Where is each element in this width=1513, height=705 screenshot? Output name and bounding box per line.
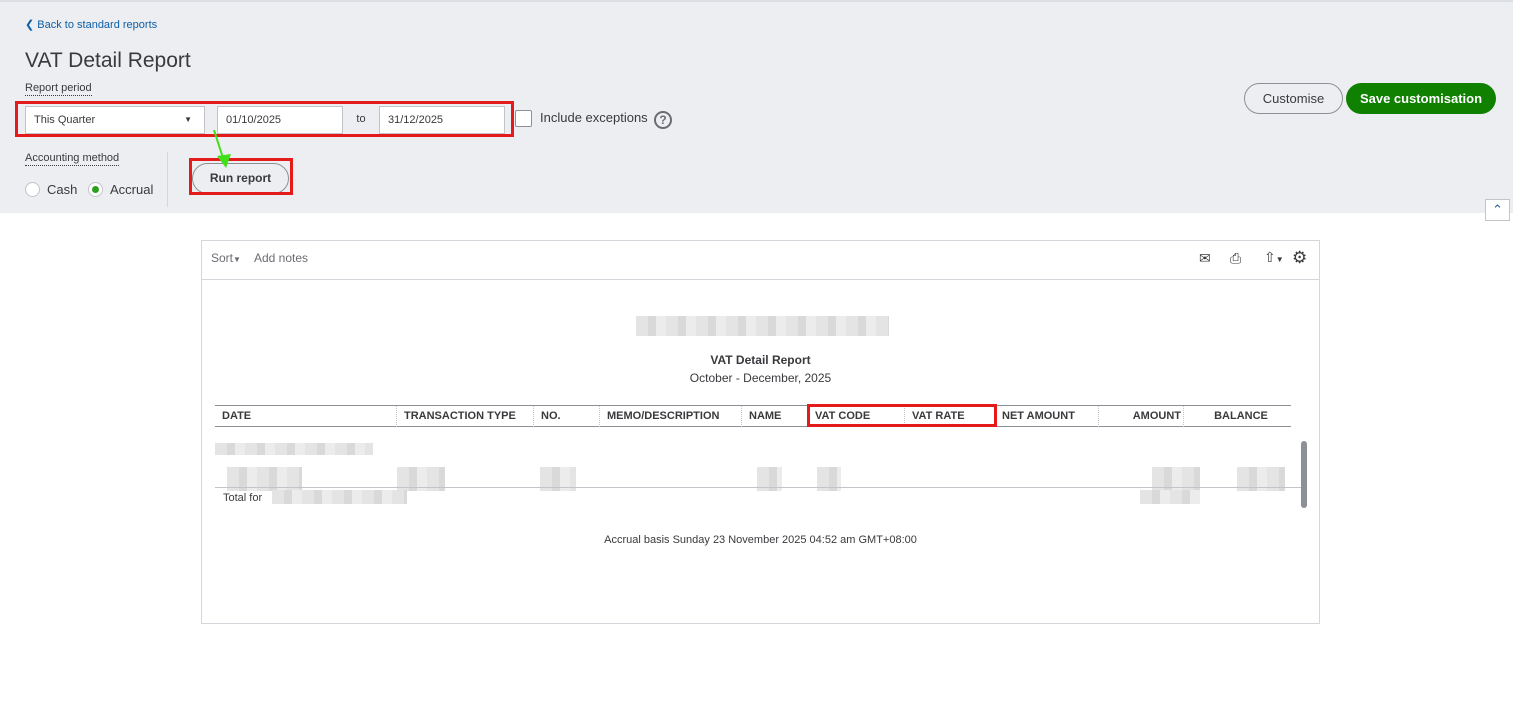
report-toolbar: Sort▼ Add notes ✉ ⎙ ⇧▼ ⚙ bbox=[202, 241, 1319, 280]
highlight-box bbox=[15, 101, 514, 137]
col-name[interactable]: NAME bbox=[741, 406, 808, 427]
include-exceptions-label: Include exceptions bbox=[540, 110, 648, 125]
report-card: Sort▼ Add notes ✉ ⎙ ⇧▼ ⚙ VAT Detail Repo… bbox=[201, 240, 1320, 624]
report-title: VAT Detail Report bbox=[710, 353, 811, 367]
report-footer: Accrual basis Sunday 23 November 2025 04… bbox=[604, 534, 917, 546]
table-header: DATE TRANSACTION TYPE NO. MEMO/DESCRIPTI… bbox=[215, 405, 1291, 427]
col-no[interactable]: NO. bbox=[533, 406, 599, 427]
col-amount[interactable]: AMOUNT bbox=[1098, 406, 1183, 427]
report-period-label: Report period bbox=[25, 82, 92, 96]
divider bbox=[167, 152, 168, 207]
email-icon[interactable]: ✉ bbox=[1199, 250, 1211, 267]
add-notes-button[interactable]: Add notes bbox=[254, 251, 308, 265]
report-subtitle: October - December, 2025 bbox=[689, 371, 832, 385]
back-link[interactable]: ❮ Back to standard reports bbox=[25, 18, 157, 31]
total-divider bbox=[215, 487, 1302, 488]
highlight-box bbox=[807, 404, 997, 427]
cash-radio[interactable] bbox=[25, 182, 40, 197]
help-icon[interactable]: ? bbox=[654, 111, 672, 129]
accounting-method-label: Accounting method bbox=[25, 152, 120, 166]
col-date[interactable]: DATE bbox=[215, 406, 396, 427]
accrual-label: Accrual bbox=[110, 182, 154, 197]
scrollbar[interactable] bbox=[1301, 441, 1307, 508]
settings-gear-icon[interactable]: ⚙ bbox=[1292, 248, 1307, 268]
sort-button[interactable]: Sort▼ bbox=[211, 251, 241, 265]
col-memo[interactable]: MEMO/DESCRIPTION bbox=[599, 406, 741, 427]
company-name-redacted bbox=[636, 316, 889, 336]
col-balance[interactable]: BALANCE bbox=[1183, 406, 1291, 427]
cash-label: Cash bbox=[47, 182, 78, 197]
collapse-header-button[interactable]: ⌃ bbox=[1485, 199, 1510, 221]
page-title: VAT Detail Report bbox=[25, 49, 191, 72]
print-icon[interactable]: ⎙ bbox=[1230, 250, 1241, 267]
export-icon[interactable]: ⇧▼ bbox=[1264, 249, 1284, 266]
redacted-cell bbox=[272, 490, 407, 504]
accrual-radio[interactable] bbox=[88, 182, 103, 197]
col-transaction-type[interactable]: TRANSACTION TYPE bbox=[396, 406, 533, 427]
customise-button[interactable]: Customise bbox=[1244, 83, 1343, 114]
group-header-redacted bbox=[215, 443, 373, 455]
arrow-annotation-icon bbox=[213, 129, 231, 168]
col-net-amount[interactable]: NET AMOUNT bbox=[995, 406, 1098, 427]
include-exceptions-checkbox[interactable] bbox=[515, 110, 532, 127]
chevron-left-icon: ❮ bbox=[25, 19, 35, 31]
total-label: Total for bbox=[223, 492, 263, 504]
caret-down-icon: ▼ bbox=[233, 255, 241, 264]
chevron-up-icon: ⌃ bbox=[1492, 202, 1503, 217]
redacted-cell bbox=[1140, 490, 1200, 504]
save-customisation-button[interactable]: Save customisation bbox=[1346, 83, 1496, 114]
